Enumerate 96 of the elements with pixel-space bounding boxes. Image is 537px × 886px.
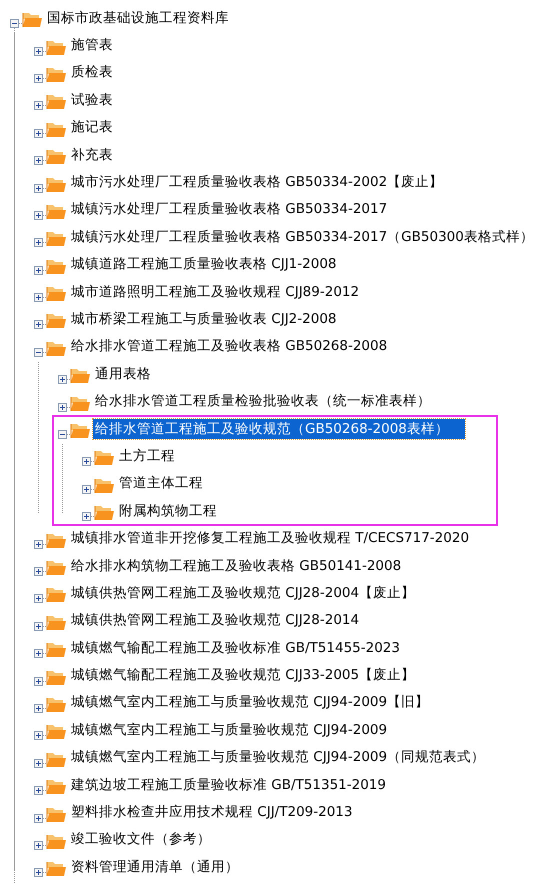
- tree-item[interactable]: 资料管理通用清单（通用）: [69, 856, 241, 877]
- folder-icon: [70, 367, 90, 384]
- folder-icon: [46, 148, 66, 166]
- tree-item[interactable]: 通用表格: [93, 364, 153, 384]
- folder-icon: [46, 120, 66, 138]
- expand-icon[interactable]: [34, 184, 43, 193]
- folder-icon: [94, 449, 114, 466]
- expand-icon[interactable]: [34, 156, 43, 166]
- expand-icon[interactable]: [82, 512, 91, 522]
- tree-item[interactable]: 城镇燃气输配工程施工及验收标准 GB/T51455-2023: [69, 638, 402, 658]
- tree-item[interactable]: 施记表: [69, 117, 115, 138]
- tree-item[interactable]: 质检表: [69, 62, 115, 82]
- folder-icon: [46, 586, 66, 604]
- folder-icon: [70, 422, 90, 440]
- tree-item[interactable]: 塑料排水检查井应用技术规程 CJJ/T209-2013: [69, 802, 354, 822]
- folder-icon: [46, 230, 66, 248]
- tree-item[interactable]: 附属构筑物工程: [117, 500, 219, 521]
- tree-item[interactable]: 城镇污水处理厂工程质量验收表格 GB50334-2017: [69, 199, 390, 220]
- folder-icon: [46, 312, 66, 330]
- tree-item[interactable]: 试验表: [69, 90, 115, 110]
- tree-item[interactable]: 给水排水管道工程施工及验收表格 GB50268-2008: [69, 336, 390, 356]
- folder-icon: [46, 668, 66, 686]
- expand-icon[interactable]: [34, 567, 43, 576]
- tree-item[interactable]: 城市桥梁工程施工与质量验收表 CJJ2-2008: [69, 308, 338, 329]
- tree-item[interactable]: 城市道路照明工程施工及验收规程 CJJ89-2012: [69, 282, 362, 302]
- tree-item[interactable]: 城镇道路工程施工质量验收表格 CJJ1-2008: [69, 254, 338, 274]
- expand-icon[interactable]: [34, 238, 43, 248]
- folder-icon: [46, 176, 66, 193]
- expand-icon[interactable]: [34, 704, 43, 713]
- folder-icon: [22, 11, 42, 28]
- expand-icon[interactable]: [34, 814, 43, 823]
- folder-icon: [46, 723, 66, 740]
- expand-icon[interactable]: [34, 320, 43, 330]
- expand-icon[interactable]: [58, 375, 67, 384]
- folder-icon: [46, 806, 66, 823]
- tree-item[interactable]: 给水排水管道工程质量检验批验收表（统一标准表样）: [93, 391, 433, 412]
- tree-item[interactable]: 城镇燃气室内工程施工与质量验收规范 CJJ94-2009【旧】: [69, 692, 432, 712]
- folder-icon: [46, 532, 66, 549]
- folder-icon: [46, 778, 66, 796]
- folder-icon: [46, 66, 66, 83]
- expand-icon[interactable]: [58, 402, 67, 412]
- folder-icon: [46, 93, 66, 110]
- tree-item[interactable]: 城镇排水管道非开挖修复工程施工及验收规程 T/CECS717-2020: [69, 528, 472, 548]
- collapse-icon[interactable]: [10, 19, 19, 28]
- tree-item[interactable]: 国标市政基础设施工程资料库: [45, 8, 231, 28]
- tree-item[interactable]: 土方工程: [117, 446, 177, 466]
- folder-icon: [46, 559, 66, 576]
- expand-icon[interactable]: [34, 210, 43, 220]
- expand-icon[interactable]: [34, 676, 43, 686]
- folder-icon: [94, 476, 114, 494]
- tree-item[interactable]: 城市污水处理厂工程质量验收表格 GB50334-2002【废止】: [69, 172, 446, 192]
- tree-item[interactable]: 城镇燃气室内工程施工与质量验收规范 CJJ94-2009: [69, 720, 390, 740]
- expand-icon[interactable]: [82, 457, 91, 466]
- folder-icon: [46, 750, 66, 768]
- folder-icon: [46, 614, 66, 631]
- tree-item[interactable]: 城镇供热管网工程施工及验收规范 CJJ28-2004【废止】: [69, 582, 418, 603]
- expand-icon[interactable]: [34, 868, 43, 878]
- folder-icon: [70, 394, 90, 412]
- tree-item[interactable]: 施管表: [69, 35, 115, 56]
- tree-item[interactable]: 给排水管道工程施工及验收规范（GB50268-2008表样）: [93, 418, 465, 439]
- folder-icon: [46, 860, 66, 878]
- folder-icon: [94, 504, 114, 522]
- expand-icon[interactable]: [34, 758, 43, 768]
- tree-item[interactable]: 城镇燃气输配工程施工及验收规范 CJJ33-2005【废止】: [69, 665, 418, 686]
- tree-item[interactable]: 竣工验收文件（参考）: [69, 829, 213, 850]
- expand-icon[interactable]: [34, 731, 43, 740]
- expand-icon[interactable]: [34, 840, 43, 850]
- expand-icon[interactable]: [34, 540, 43, 549]
- folder-icon: [46, 832, 66, 850]
- expand-icon[interactable]: [34, 128, 43, 138]
- folder-icon: [46, 285, 66, 302]
- folder-icon: [46, 258, 66, 275]
- expand-icon[interactable]: [34, 622, 43, 631]
- expand-icon[interactable]: [34, 101, 43, 110]
- expand-icon[interactable]: [82, 484, 91, 494]
- folder-icon: [46, 696, 66, 713]
- expand-icon[interactable]: [34, 46, 43, 56]
- tree-item[interactable]: 城镇供热管网工程施工及验收规范 CJJ28-2014: [69, 610, 362, 630]
- tree-item[interactable]: 城镇污水处理厂工程质量验收表格 GB50334-2017（GB50300表格式样）: [69, 226, 536, 247]
- expand-icon[interactable]: [34, 594, 43, 604]
- expand-icon[interactable]: [34, 74, 43, 83]
- tree-item[interactable]: 给水排水构筑物工程施工及验收表格 GB50141-2008: [69, 556, 404, 576]
- expand-icon[interactable]: [34, 786, 43, 796]
- tree-item[interactable]: 补充表: [69, 144, 115, 165]
- folder-icon: [46, 641, 66, 658]
- folder-icon: [46, 202, 66, 220]
- expand-icon[interactable]: [34, 649, 43, 658]
- collapse-icon[interactable]: [58, 430, 67, 440]
- folder-icon: [46, 340, 66, 357]
- expand-icon[interactable]: [34, 266, 43, 275]
- folder-icon: [46, 38, 66, 56]
- collapse-icon[interactable]: [34, 348, 43, 357]
- tree-item[interactable]: 管道主体工程: [117, 473, 205, 494]
- tree-item[interactable]: 建筑边坡工程施工质量验收标准 GB/T51351-2019: [69, 774, 388, 795]
- tree-item[interactable]: 城镇燃气室内工程施工与质量验收规范 CJJ94-2009（同规范表式）: [69, 747, 488, 768]
- expand-icon[interactable]: [34, 293, 43, 302]
